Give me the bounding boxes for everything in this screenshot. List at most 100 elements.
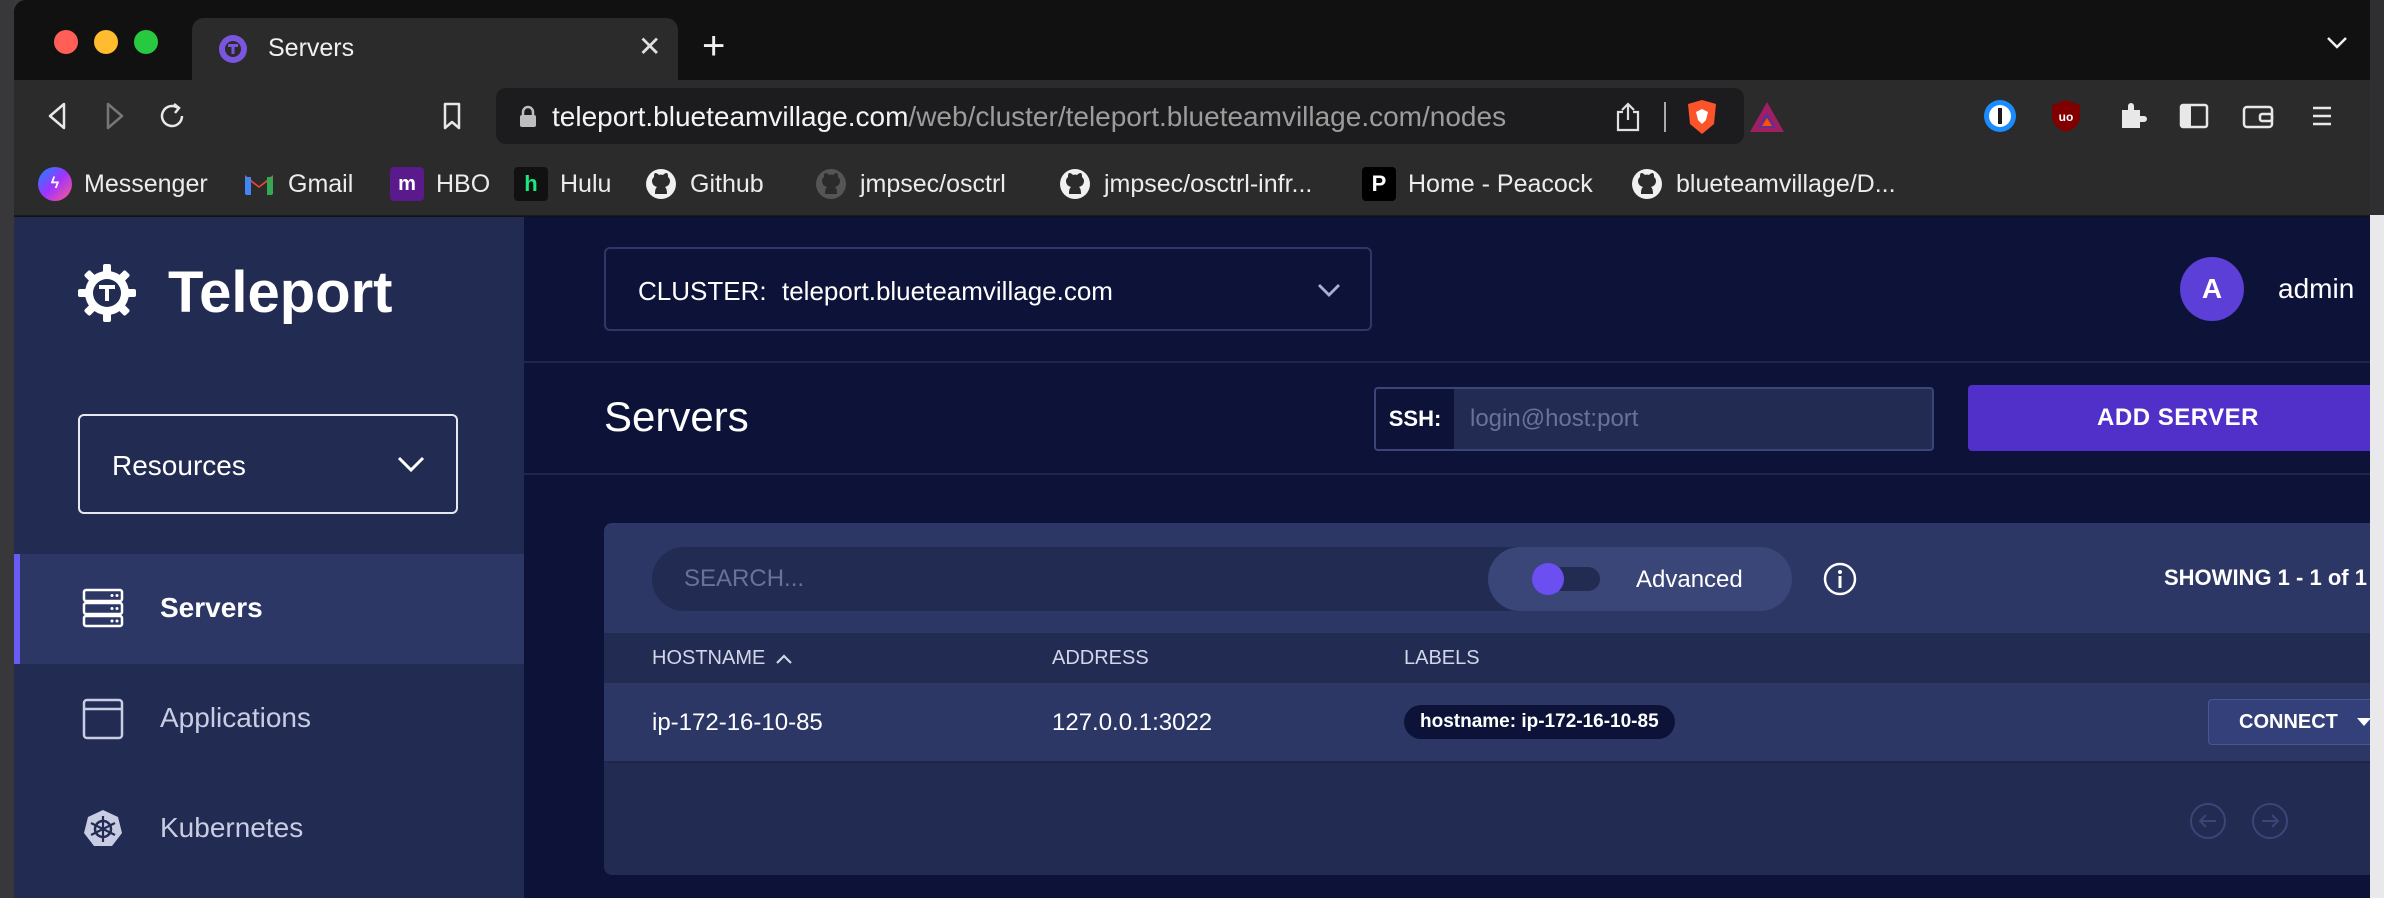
main-content: CLUSTER: teleport.blueteamvillage.com A …: [524, 217, 2370, 898]
bookmark-osctrl-infra[interactable]: jmpsec/osctrl-infr...: [1058, 166, 1312, 202]
lock-icon: [520, 105, 536, 127]
background-window-fragment: [2368, 215, 2384, 898]
forward-icon[interactable]: [96, 98, 132, 134]
password-manager-icon[interactable]: [1982, 98, 2018, 134]
wallet-icon[interactable]: [2240, 98, 2276, 134]
toggle-knob: [1532, 563, 1564, 595]
bookmark-icon[interactable]: [434, 98, 470, 134]
application-icon: [82, 698, 124, 740]
tab-title: Servers: [268, 34, 355, 62]
bookmark-hbo[interactable]: m HBO: [390, 166, 490, 202]
url-separator: [1664, 102, 1666, 132]
resources-label: Resources: [112, 450, 246, 481]
menu-icon[interactable]: [2304, 98, 2340, 134]
bookmark-label: Home - Peacock: [1408, 169, 1593, 198]
label-chip[interactable]: hostname: ip-172-16-10-85: [1404, 705, 1675, 739]
new-tab-button[interactable]: +: [702, 26, 725, 66]
reload-icon[interactable]: [154, 98, 190, 134]
cluster-selector[interactable]: CLUSTER: teleport.blueteamvillage.com: [604, 247, 1372, 331]
resources-dropdown[interactable]: Resources: [78, 414, 458, 514]
column-header-hostname[interactable]: HOSTNAME: [652, 647, 793, 670]
back-icon[interactable]: [40, 98, 76, 134]
connect-button[interactable]: CONNECT: [2208, 699, 2370, 745]
brave-rewards-icon[interactable]: [1748, 100, 1786, 134]
column-header-address[interactable]: ADDRESS: [1052, 647, 1149, 670]
bookmark-label: Hulu: [560, 169, 612, 198]
title-divider: [524, 473, 2370, 475]
username[interactable]: admin: [2278, 273, 2354, 305]
previous-page-icon[interactable]: [2188, 801, 2228, 841]
connect-label: CONNECT: [2239, 710, 2338, 733]
sidebar-item-applications[interactable]: Applications: [14, 664, 524, 774]
github-icon: [1632, 169, 1662, 199]
bookmark-label: HBO: [436, 169, 491, 198]
ssh-input[interactable]: [1454, 389, 1932, 449]
column-header-labels[interactable]: LABELS: [1404, 647, 1480, 670]
teleport-logo-icon: [78, 263, 136, 322]
sidebar-toggle-icon[interactable]: [2176, 98, 2212, 134]
showing-suffix: of 1: [2321, 565, 2367, 590]
bookmark-blueteamvillage[interactable]: blueteamvillage/D...: [1630, 166, 1896, 202]
advanced-search-toggle[interactable]: Advanced: [1488, 547, 1792, 611]
pagination-summary: SHOWING 1 - 1 of 1: [2164, 565, 2367, 591]
teleport-page: Teleport Resources Servers Applications …: [14, 217, 2370, 898]
brave-shields-icon[interactable]: [1684, 98, 1720, 136]
maximize-window-button[interactable]: [134, 30, 158, 54]
table-row: ip-172-16-10-85 127.0.0.1:3022 hostname:…: [604, 683, 2370, 763]
advanced-label: Advanced: [1636, 566, 1743, 593]
bookmark-gmail[interactable]: Gmail: [242, 166, 353, 202]
next-page-icon[interactable]: [2250, 801, 2290, 841]
url-host: teleport.blueteamvillage.com: [552, 101, 909, 132]
showing-prefix: SHOWING: [2164, 565, 2278, 590]
bookmark-messenger[interactable]: ϟ Messenger: [38, 166, 208, 202]
sidebar-item-servers[interactable]: Servers: [14, 554, 524, 664]
server-icon: [82, 588, 124, 628]
tab-search-chevron-icon[interactable]: [2326, 36, 2348, 50]
servers-table-card: Advanced SHOWING 1 - 1 of 1 HOSTNAME ADD…: [604, 523, 2370, 875]
sidebar-item-label: Kubernetes: [160, 812, 304, 843]
github-icon: [1060, 169, 1090, 199]
bookmark-osctrl[interactable]: jmpsec/osctrl: [814, 166, 1006, 202]
bookmark-peacock[interactable]: P Home - Peacock: [1362, 166, 1593, 202]
address-bar[interactable]: teleport.blueteamvillage.com/web/cluster…: [496, 88, 1784, 144]
messenger-icon: ϟ: [38, 167, 72, 201]
cluster-label: CLUSTER:: [638, 276, 767, 306]
sort-asc-icon: [776, 654, 793, 664]
sidebar-item-kubernetes[interactable]: Kubernetes: [14, 774, 524, 884]
search-input[interactable]: [684, 547, 1484, 611]
logo-text: Teleport: [168, 260, 393, 325]
bookmark-label: blueteamvillage/D...: [1676, 169, 1896, 198]
minimize-window-button[interactable]: [94, 30, 118, 54]
desktop-left-edge: [0, 0, 14, 898]
ublock-icon[interactable]: uo: [2048, 98, 2084, 134]
url-path: /web/cluster/teleport.blueteamvillage.co…: [908, 101, 1507, 132]
svg-text:uo: uo: [2059, 110, 2074, 124]
desktop: Servers ✕ + teleport.blueteamvillage.com…: [0, 0, 2384, 898]
table-header: HOSTNAME ADDRESS LABELS: [604, 633, 2370, 683]
github-icon: [816, 169, 846, 199]
browser-toolbar: teleport.blueteamvillage.com/web/cluster…: [14, 80, 2370, 152]
info-icon[interactable]: [1822, 561, 1858, 597]
share-icon[interactable]: [1614, 102, 1642, 132]
add-server-button[interactable]: ADD SERVER: [1968, 385, 2370, 451]
teleport-favicon-icon: [219, 35, 247, 63]
sidebar-item-label: Servers: [160, 592, 263, 623]
close-tab-icon[interactable]: ✕: [638, 30, 661, 63]
bookmark-hulu[interactable]: h Hulu: [514, 166, 611, 202]
caret-down-icon: [2357, 718, 2370, 726]
browser-window: Servers ✕ + teleport.blueteamvillage.com…: [14, 0, 2370, 898]
extensions-icon[interactable]: [2114, 98, 2150, 134]
bookmarks-bar: ϟ Messenger Gmail m HBO h Hulu Github jm…: [14, 152, 2370, 216]
bookmark-label: Github: [690, 169, 764, 198]
teleport-logo[interactable]: Teleport: [76, 259, 393, 326]
url-text[interactable]: teleport.blueteamvillage.com/web/cluster…: [552, 101, 1506, 133]
bookmark-github[interactable]: Github: [644, 166, 764, 202]
sidebar-item-label: Applications: [160, 702, 311, 733]
avatar[interactable]: A: [2180, 257, 2244, 321]
ssh-login-box: SSH:: [1374, 387, 1934, 451]
github-icon: [646, 169, 676, 199]
active-tab[interactable]: Servers ✕: [192, 18, 678, 80]
tab-bar: Servers ✕ +: [14, 0, 2370, 80]
close-window-button[interactable]: [54, 30, 78, 54]
header-divider: [524, 361, 2370, 363]
